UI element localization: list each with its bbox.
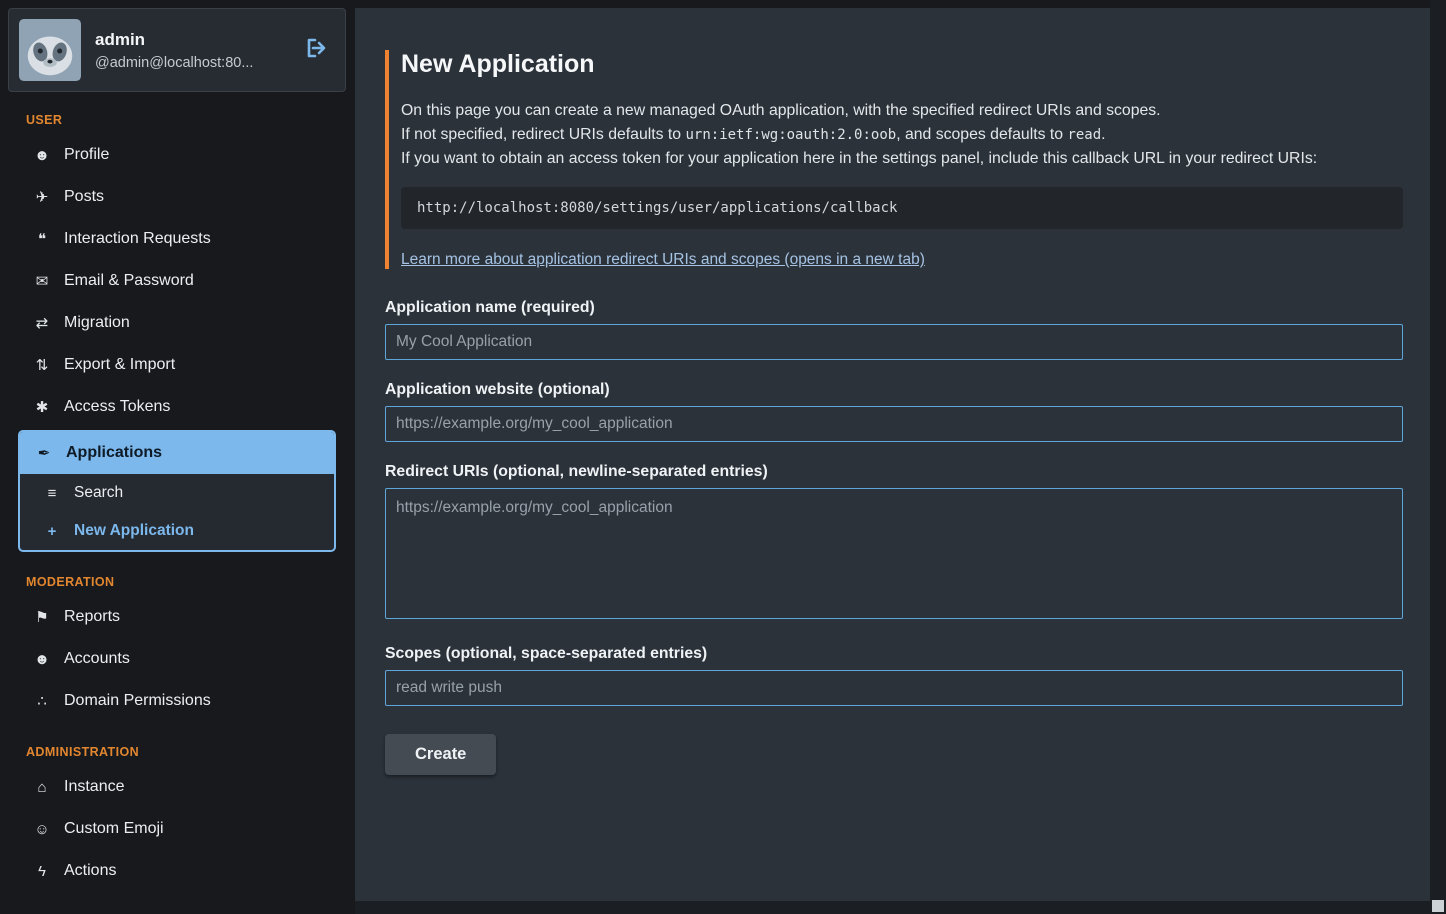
sidebar-item-label: Custom Emoji — [64, 820, 164, 838]
sidebar-item-posts[interactable]: ✈ Posts — [18, 176, 336, 218]
user-handle: @admin@localhost:80... — [95, 55, 291, 71]
sidebar-item-access-tokens[interactable]: ✱ Access Tokens — [18, 386, 336, 428]
scopes-label: Scopes (optional, space-separated entrie… — [385, 645, 1403, 663]
intro-line-2-text: . — [1101, 126, 1105, 143]
sidebar-item-label: Instance — [64, 778, 124, 796]
inline-code-read: read — [1067, 127, 1101, 143]
sidebar-applications-group: ✒ Applications ≡ Search + New Applicatio… — [18, 430, 336, 552]
sign-out-icon[interactable] — [305, 36, 331, 65]
sidebar-item-label: Applications — [66, 444, 162, 462]
page-title: New Application — [401, 50, 1403, 79]
sidebar-item-export-import[interactable]: ⇅ Export & Import — [18, 344, 336, 386]
sidebar-item-label: Export & Import — [64, 356, 175, 374]
users-icon: ☻ — [30, 651, 54, 668]
sidebar-item-email-password[interactable]: ✉ Email & Password — [18, 260, 336, 302]
sidebar-item-label: Interaction Requests — [64, 230, 211, 248]
user-name: admin — [95, 30, 291, 50]
intro-line-2: If not specified, redirect URIs defaults… — [401, 123, 1403, 147]
paper-plane-icon: ✈ — [30, 188, 54, 206]
redirect-uris-field: Redirect URIs (optional, newline-separat… — [385, 463, 1403, 624]
smiley-icon: ☺ — [30, 821, 54, 838]
learn-more-link[interactable]: Learn more about application redirect UR… — [401, 251, 925, 269]
application-website-input[interactable] — [385, 406, 1403, 442]
callback-url-code: http://localhost:8080/settings/user/appl… — [401, 187, 1403, 229]
application-name-field: Application name (required) — [385, 299, 1403, 360]
intro-line-2-text: If not specified, redirect URIs defaults… — [401, 126, 685, 143]
sidebar-item-label: Migration — [64, 314, 130, 332]
sidebar-item-label: Search — [74, 484, 123, 502]
sidebar-item-label: Accounts — [64, 650, 130, 668]
sidebar-item-domain-permissions[interactable]: ∴ Domain Permissions — [18, 680, 336, 722]
main-panel: New Application On this page you can cre… — [355, 8, 1430, 901]
user-icon: ☻ — [30, 147, 54, 164]
redirect-uris-label: Redirect URIs (optional, newline-separat… — [385, 463, 1403, 481]
inline-code-oob: urn:ietf:wg:oauth:2.0:oob — [685, 127, 896, 143]
sidebar-nav: USER ☻ Profile ✈ Posts ❝ Interaction Req… — [18, 104, 336, 892]
user-card[interactable]: admin @admin@localhost:80... — [8, 8, 346, 92]
sidebar-item-label: Profile — [64, 146, 109, 164]
redirect-uris-textarea[interactable] — [385, 488, 1403, 619]
sidebar-item-accounts[interactable]: ☻ Accounts — [18, 638, 336, 680]
sidebar-item-label: Posts — [64, 188, 104, 206]
application-website-label: Application website (optional) — [385, 381, 1403, 399]
transfer-arrows-icon: ⇄ — [30, 314, 54, 332]
sidebar-item-instance[interactable]: ⌂ Instance — [18, 766, 336, 808]
application-website-field: Application website (optional) — [385, 381, 1403, 442]
applications-submenu: ≡ Search + New Application — [20, 474, 334, 550]
horizontal-scrollbar[interactable] — [355, 901, 1430, 914]
application-name-input[interactable] — [385, 324, 1403, 360]
sidebar-item-applications[interactable]: ✒ Applications — [20, 432, 334, 474]
scopes-field: Scopes (optional, space-separated entrie… — [385, 645, 1403, 706]
plus-icon: + — [40, 523, 64, 540]
envelope-icon: ✉ — [30, 272, 54, 290]
intro-line-3: If you want to obtain an access token fo… — [401, 147, 1403, 171]
list-icon: ≡ — [40, 485, 64, 502]
scopes-input[interactable] — [385, 670, 1403, 706]
speech-bubble-icon: ❝ — [30, 230, 54, 248]
sitemap-icon: ⌂ — [30, 779, 54, 796]
user-info: admin @admin@localhost:80... — [95, 30, 291, 71]
bolt-icon: ϟ — [30, 863, 54, 880]
sidebar-item-actions[interactable]: ϟ Actions — [18, 850, 336, 892]
network-icon: ∴ — [30, 692, 54, 710]
export-import-icon: ⇅ — [30, 356, 54, 374]
sidebar-item-label: Reports — [64, 608, 120, 626]
sidebar-item-label: Access Tokens — [64, 398, 170, 416]
sidebar-item-label: Email & Password — [64, 272, 194, 290]
flag-icon: ⚑ — [30, 608, 54, 626]
sidebar-item-profile[interactable]: ☻ Profile — [18, 134, 336, 176]
create-button[interactable]: Create — [385, 734, 496, 775]
section-label-user: USER — [18, 104, 336, 134]
section-label-moderation: MODERATION — [18, 566, 336, 596]
token-icon: ✱ — [30, 398, 54, 416]
sidebar-item-migration[interactable]: ⇄ Migration — [18, 302, 336, 344]
sidebar-item-custom-emoji[interactable]: ☺ Custom Emoji — [18, 808, 336, 850]
scrollbar-thumb[interactable] — [1432, 900, 1444, 912]
sidebar-item-interaction-requests[interactable]: ❝ Interaction Requests — [18, 218, 336, 260]
sidebar-item-new-application[interactable]: + New Application — [20, 512, 334, 550]
application-name-label: Application name (required) — [385, 299, 1403, 317]
sidebar-item-reports[interactable]: ⚑ Reports — [18, 596, 336, 638]
sidebar-item-label: New Application — [74, 522, 194, 540]
intro-line-2-text: , and scopes defaults to — [896, 126, 1067, 143]
intro-line-1: On this page you can create a new manage… — [401, 99, 1403, 123]
vertical-scrollbar[interactable] — [1430, 0, 1446, 914]
new-application-form: Application name (required) Application … — [385, 299, 1403, 775]
sidebar-item-label: Domain Permissions — [64, 692, 211, 710]
sidebar: admin @admin@localhost:80... USER ☻ Prof… — [0, 0, 355, 914]
intro-section: New Application On this page you can cre… — [385, 50, 1403, 269]
sidebar-item-label: Actions — [64, 862, 116, 880]
quill-icon: ✒ — [32, 444, 56, 462]
sidebar-item-search[interactable]: ≡ Search — [20, 474, 334, 512]
avatar — [19, 19, 81, 81]
section-label-administration: ADMINISTRATION — [18, 736, 336, 766]
